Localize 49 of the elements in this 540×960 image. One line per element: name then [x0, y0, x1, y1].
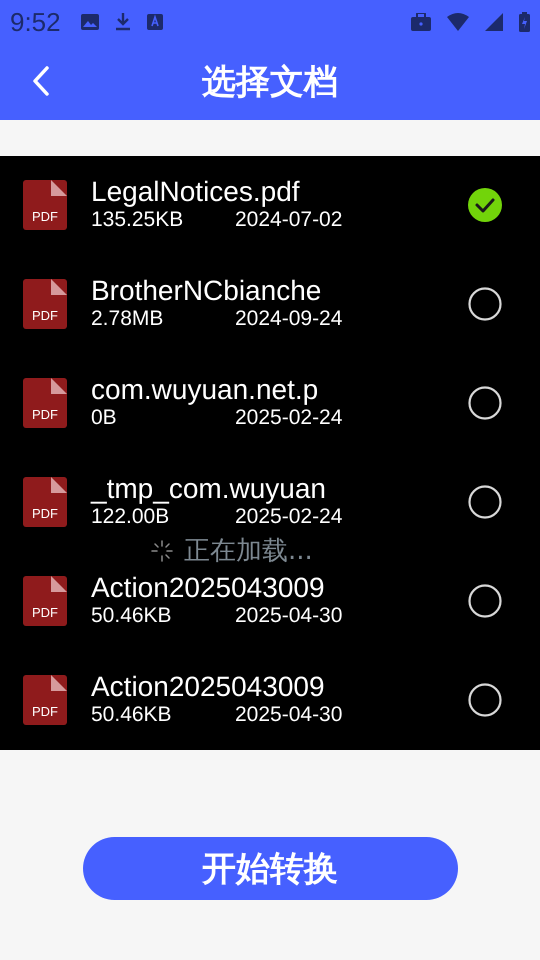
- pdf-file-icon: PDF: [23, 576, 67, 626]
- file-size: 0B: [91, 405, 118, 431]
- spinner-icon: [150, 539, 174, 563]
- radio-button[interactable]: [468, 584, 502, 618]
- pdf-file-icon: PDF: [23, 675, 67, 725]
- file-size: 135.25KB: [91, 207, 184, 233]
- radio-button[interactable]: [468, 287, 502, 321]
- file-row[interactable]: PDF LegalNotices.pdf 135.25KB 2024-07-02: [0, 175, 540, 235]
- file-date: 2025-04-30: [235, 603, 342, 629]
- file-size: 50.46KB: [91, 603, 173, 629]
- radio-button[interactable]: [468, 485, 502, 519]
- file-row[interactable]: PDF Action2025043009 50.46KB 2025-04-30: [0, 670, 540, 730]
- file-size: 122.00B: [91, 504, 170, 530]
- file-date: 2024-07-02: [235, 207, 342, 233]
- font-icon: [146, 14, 163, 30]
- status-time: 9:52: [10, 6, 61, 38]
- checked-icon[interactable]: [468, 188, 502, 222]
- page-title: 选择文档: [202, 61, 338, 104]
- file-name: _tmp_com.wuyuan: [91, 474, 326, 504]
- radio-button[interactable]: [468, 386, 502, 420]
- file-date: 2025-02-24: [235, 504, 342, 530]
- pdf-file-icon: PDF: [23, 477, 67, 527]
- file-row[interactable]: PDF com.wuyuan.net.p 0B 2025-02-24: [0, 373, 540, 433]
- file-size: 50.46KB: [91, 702, 173, 728]
- loading-text: 正在加载...: [184, 535, 313, 567]
- file-row[interactable]: PDF Action2025043009 50.46KB 2025-04-30: [0, 571, 540, 631]
- back-icon[interactable]: [32, 66, 50, 96]
- file-date: 2025-02-24: [235, 405, 342, 431]
- pdf-file-icon: PDF: [23, 180, 67, 230]
- image-icon: [80, 14, 99, 30]
- download-icon: [114, 13, 131, 31]
- briefcase-icon: [411, 13, 431, 31]
- file-name: Action2025043009: [91, 672, 325, 702]
- pdf-file-icon: PDF: [23, 279, 67, 329]
- file-row[interactable]: PDF BrotherNCbianche 2.78MB 2024-09-24: [0, 274, 540, 334]
- file-name: com.wuyuan.net.p: [91, 375, 318, 405]
- file-name: LegalNotices.pdf: [91, 177, 300, 207]
- wifi-icon: [447, 13, 469, 31]
- file-size: 2.78MB: [91, 306, 164, 332]
- file-name: BrotherNCbianche: [91, 276, 322, 306]
- file-date: 2025-04-30: [235, 702, 342, 728]
- signal-icon: [485, 13, 503, 31]
- file-name: Action2025043009: [91, 573, 325, 603]
- radio-button[interactable]: [468, 683, 502, 717]
- convert-button[interactable]: 开始转换: [82, 837, 458, 900]
- battery-icon: [519, 12, 530, 32]
- pdf-file-icon: PDF: [23, 378, 67, 428]
- file-row[interactable]: PDF _tmp_com.wuyuan 122.00B 2025-02-24: [0, 472, 540, 532]
- file-date: 2024-09-24: [235, 306, 342, 332]
